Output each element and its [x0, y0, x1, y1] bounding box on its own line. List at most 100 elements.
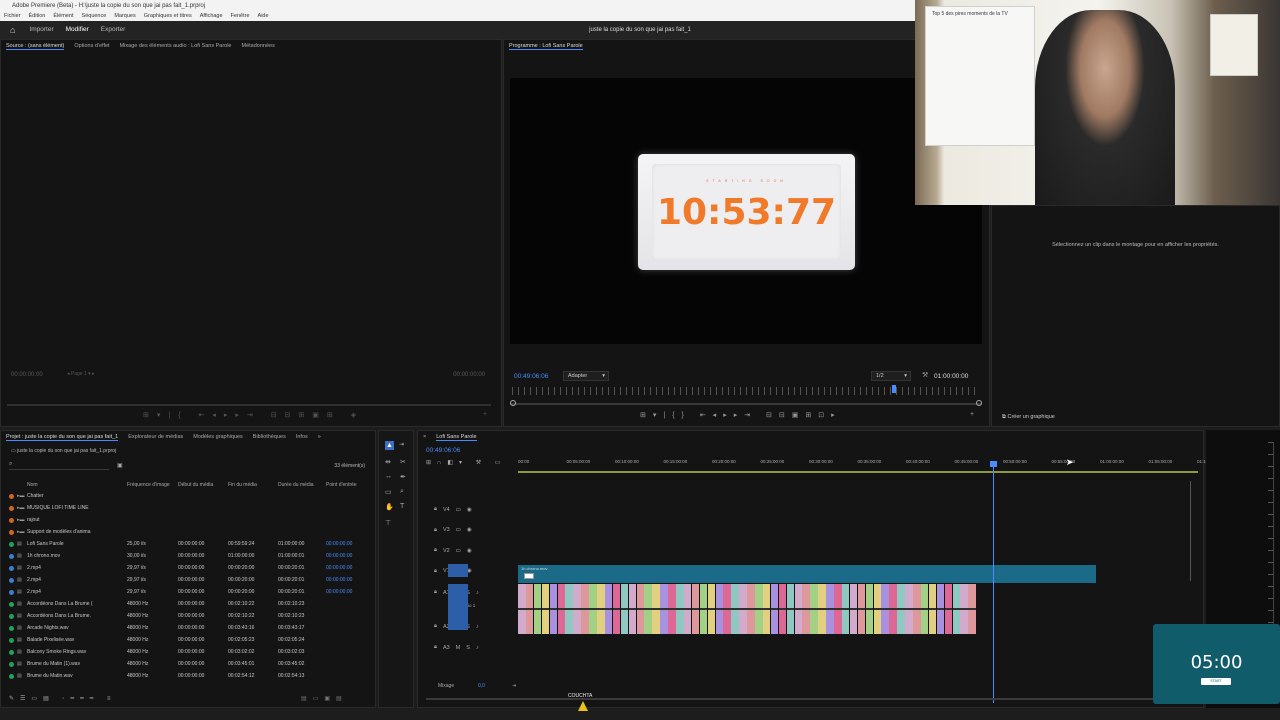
label-color-swatch[interactable] [9, 613, 14, 619]
audio-clip[interactable] [913, 584, 921, 634]
audio-clip[interactable] [518, 584, 526, 634]
work-area-bar[interactable] [518, 471, 1198, 473]
audio-clip[interactable] [731, 584, 739, 634]
project-item[interactable]: ▸▬ Support de modèles d'anima [9, 526, 364, 538]
audio-clip[interactable] [525, 584, 534, 634]
project-item[interactable]: ▤ 2.mp4 29,97 i/s 00:00:00:00 00:00:20:00 00:… [9, 574, 364, 586]
project-item[interactable]: ▸▬ MUSIQUE LOFI TIME LINE [9, 502, 364, 514]
sync-icon[interactable]: ▭ [456, 548, 461, 554]
project-bottom-toolbar[interactable]: ✎☰▭▤ ◦━━━ ≡ [9, 695, 117, 702]
program-timecode[interactable]: 00:49:06:06 [514, 373, 548, 380]
source-scrubber[interactable] [7, 404, 491, 406]
audio-clip[interactable] [541, 584, 550, 634]
tab-export[interactable]: Exporter [95, 21, 132, 39]
resolution-select[interactable]: 1/2 ▾ [871, 371, 911, 381]
audio-clip[interactable] [968, 584, 976, 634]
lock-icon[interactable]: 🔒︎ [434, 527, 437, 534]
project-item[interactable]: ▤ Balade Pixelisée.wav 48000 Hz 00:00:00:00… [9, 634, 364, 646]
project-item[interactable]: ▤ Accordéons Dans La Brume (48000 Hz 00:00… [9, 598, 364, 610]
audio-clip[interactable] [834, 584, 842, 634]
audio-clip[interactable] [818, 584, 826, 634]
label-color-swatch[interactable] [9, 649, 14, 655]
audio-clip[interactable] [770, 584, 779, 634]
pen-icon[interactable]: ✒ [400, 473, 406, 481]
tab-metadata[interactable]: Métadonnées [242, 43, 275, 49]
audio-clip[interactable] [612, 584, 621, 634]
audio-clip[interactable] [723, 584, 731, 634]
audio-clip[interactable] [628, 584, 637, 634]
label-color-swatch[interactable] [9, 601, 14, 607]
timeline-toolbar[interactable]: ⊞∩◧▾ ⚒ ▭ [426, 459, 506, 466]
audio-clip[interactable] [747, 584, 755, 634]
audio-clip[interactable] [565, 584, 573, 634]
sync-icon[interactable]: ▭ [456, 527, 461, 533]
audio-clip[interactable] [683, 584, 692, 634]
audio-clip[interactable] [849, 584, 858, 634]
audio-clip[interactable] [786, 584, 795, 634]
caption-icon[interactable]: ⊤ [385, 519, 391, 527]
audio-clip[interactable] [597, 584, 605, 634]
audio-clip[interactable] [676, 584, 684, 634]
new-bin-from-search-icon[interactable]: ▣ [117, 462, 123, 469]
program-ruler[interactable] [512, 387, 980, 395]
label-color-swatch[interactable] [9, 589, 14, 595]
project-item[interactable]: ▸▬ rajout [9, 514, 364, 526]
label-color-swatch[interactable] [9, 553, 14, 559]
fit-select[interactable]: Adapter ▾ [563, 371, 609, 381]
audio-clips[interactable] [518, 584, 978, 634]
label-color-swatch[interactable] [9, 661, 14, 667]
audio-clip[interactable] [802, 584, 810, 634]
audio-clip[interactable] [762, 584, 771, 634]
menu-item-graphics[interactable]: Graphiques et titres [144, 12, 192, 21]
timeline-ruler[interactable]: 00:00 00:05:00:00 00:10:00:00 00:15:00:00 00… [518, 459, 1210, 471]
video-clip[interactable]: 1h chrono.mov [518, 565, 1096, 583]
audio-clip[interactable] [691, 584, 700, 634]
menu-item-help[interactable]: Aide [258, 12, 269, 21]
lock-icon[interactable]: 🔒︎ [434, 644, 437, 651]
label-color-swatch[interactable] [9, 493, 14, 499]
timeline-playhead[interactable] [993, 463, 994, 703]
razor-icon[interactable]: ✂ [400, 458, 406, 466]
col-media-duration[interactable]: Durée du média [278, 482, 326, 488]
project-item[interactable]: ▤ Arcade Nights.wav 48000 Hz 00:00:00:00 00:… [9, 622, 364, 634]
label-color-swatch[interactable] [9, 577, 14, 583]
project-item[interactable]: ▤ Accordéons Dans La Brume. 48000 Hz 00:00:… [9, 610, 364, 622]
audio-clip[interactable] [699, 584, 708, 634]
lock-icon[interactable]: 🔒︎ [434, 547, 437, 554]
audio-clip[interactable] [873, 584, 881, 634]
mic-icon[interactable]: ♪ [476, 645, 479, 651]
project-item[interactable]: ▤ Lofi Sans Parole 25,00 i/s 00:00:00:00 00:… [9, 538, 364, 550]
create-graphic-button[interactable]: ⧉ Créer un graphique [1002, 414, 1055, 421]
tab-program[interactable]: Programme : Lofi Sans Parole [509, 43, 583, 50]
tab-info[interactable]: Infos [296, 434, 308, 440]
menu-item-file[interactable]: Fichier [4, 12, 21, 21]
timer-widget-start-button[interactable]: START [1201, 678, 1231, 685]
audio-clip[interactable] [604, 584, 613, 634]
tab-import[interactable]: Importer [23, 21, 59, 39]
panel-overflow-icon[interactable]: » [318, 434, 321, 440]
mic-icon[interactable]: ♪ [476, 590, 479, 596]
hand-icon[interactable]: ✋ [385, 503, 394, 511]
audio-clip[interactable] [533, 584, 542, 634]
eye-icon[interactable]: ◉ [467, 507, 472, 513]
close-icon[interactable]: × [423, 434, 426, 440]
video-track-header[interactable]: 🔒︎ V3 ▭ ◉ [434, 527, 472, 534]
label-color-swatch[interactable] [9, 625, 14, 631]
audio-clip[interactable] [936, 584, 945, 634]
project-item[interactable]: ▤ Brume du Matin (1).wav 48000 Hz 00:00:00:… [9, 658, 364, 670]
audio-clip[interactable] [557, 584, 565, 634]
lock-icon[interactable]: 🔒︎ [434, 568, 437, 575]
scrubber-end-handle[interactable] [976, 400, 982, 406]
tab-edit[interactable]: Modifier [59, 21, 95, 40]
zoom-icon[interactable]: ⌕ [400, 488, 404, 496]
tab-source[interactable]: Source : (sans élément) [6, 43, 65, 50]
tab-graphic-templates[interactable]: Modèles graphiques [193, 434, 243, 440]
tab-libraries[interactable]: Bibliothèques [253, 434, 286, 440]
mic-icon[interactable]: ♪ [476, 624, 479, 630]
audio-clip[interactable] [589, 584, 597, 634]
col-in-point[interactable]: Point d'entrée [326, 482, 364, 488]
audio-clip[interactable] [581, 584, 589, 634]
audio-clip[interactable] [715, 584, 723, 634]
eye-icon[interactable]: ◉ [467, 548, 472, 554]
program-scrubber[interactable] [510, 403, 982, 405]
